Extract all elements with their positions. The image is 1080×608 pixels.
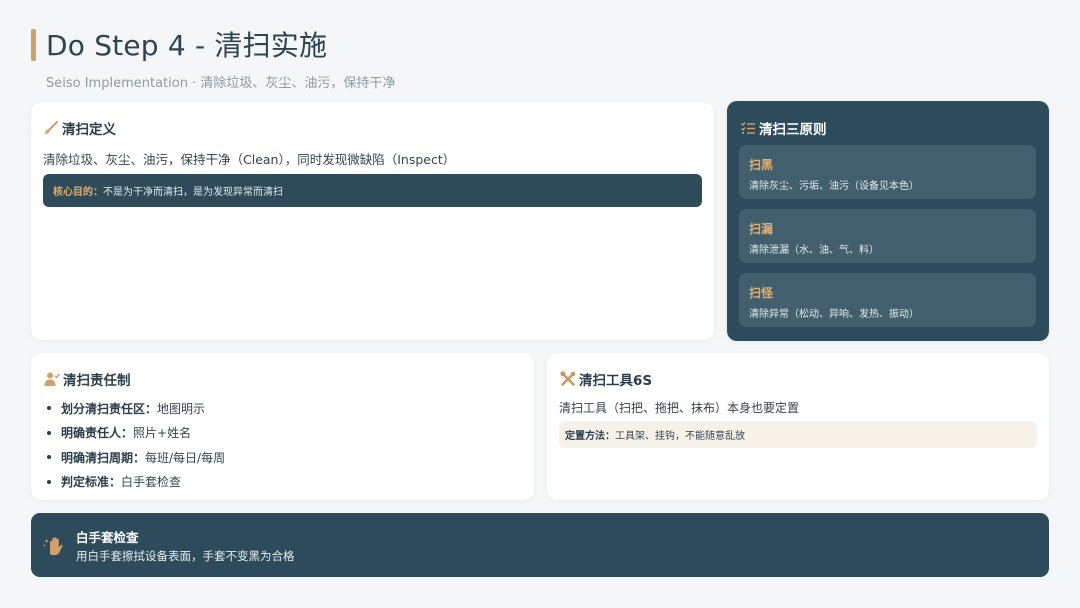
principles-title-text: 清扫三原则 bbox=[759, 122, 827, 138]
definition-card-title: 清扫定义 bbox=[43, 118, 116, 138]
principle-heading: 扫怪 bbox=[749, 286, 774, 300]
definition-description: 清除垃圾、灰尘、油污，保持干净（Clean），同时发现微缺陷（Inspect） bbox=[43, 152, 456, 167]
item-key: 明确责任人： bbox=[61, 426, 134, 441]
tools-icon bbox=[560, 371, 576, 387]
broom-icon bbox=[43, 120, 59, 136]
principle-item: 扫怪 清除异常（松动、异响、发热、振动） bbox=[739, 273, 1036, 327]
responsibility-title-text: 清扫责任制 bbox=[63, 373, 131, 389]
principle-item: 扫黑 清除灰尘、污垢、油污（设备见本色） bbox=[739, 145, 1036, 199]
responsibility-list: 划分清扫责任区： 地图明示 明确责任人： 照片+姓名 明确清扫周期： 每班/每日/每周… bbox=[47, 396, 225, 494]
glove-check-title: 白手套检查 bbox=[76, 530, 139, 545]
item-value: 白手套检查 bbox=[121, 475, 182, 490]
principle-heading: 扫黑 bbox=[749, 158, 774, 172]
user-check-icon bbox=[44, 371, 61, 387]
bullet-dot bbox=[47, 430, 51, 435]
principle-text: 清除泄漏（水、油、气、料） bbox=[749, 245, 879, 256]
core-purpose-bar: 核心目的： 不是为干净而清扫，是为发现异常而清扫 bbox=[43, 174, 702, 207]
bullet-dot bbox=[47, 479, 51, 484]
principle-item: 扫漏 清除泄漏（水、油、气、料） bbox=[739, 209, 1036, 263]
principles-card: 清扫三原则 扫黑 清除灰尘、污垢、油污（设备见本色） 扫漏 清除泄漏（水、油、气… bbox=[727, 101, 1049, 341]
item-key: 判定标准： bbox=[61, 475, 122, 490]
item-key: 划分清扫责任区： bbox=[61, 401, 158, 416]
item-value: 地图明示 bbox=[157, 401, 206, 416]
core-purpose-label: 核心目的： bbox=[53, 187, 103, 198]
definition-title-text: 清扫定义 bbox=[62, 122, 116, 138]
placement-method-bar: 定置方法： 工具架、挂钩，不能随意乱放 bbox=[559, 421, 1037, 448]
tools-description: 清扫工具（扫把、拖把、抹布）本身也要定置 bbox=[559, 401, 800, 415]
principles-card-title: 清扫三原则 bbox=[740, 118, 827, 138]
hands-sparkle-icon bbox=[42, 533, 66, 557]
item-value: 每班/每日/每周 bbox=[145, 450, 226, 465]
definition-card: 清扫定义 清除垃圾、灰尘、油污，保持干净（Clean），同时发现微缺陷（Insp… bbox=[31, 102, 714, 340]
tools-title-text: 清扫工具6S bbox=[579, 373, 653, 389]
list-item: 明确清扫周期： 每班/每日/每周 bbox=[47, 445, 225, 470]
placement-method-text: 工具架、挂钩，不能随意乱放 bbox=[615, 431, 745, 442]
tools-card-title: 清扫工具6S bbox=[560, 369, 652, 389]
glove-check-text: 用白手套擦拭设备表面，手套不变黑为合格 bbox=[76, 549, 295, 563]
list-check-icon bbox=[740, 120, 756, 136]
item-key: 明确清扫周期： bbox=[61, 450, 146, 465]
glove-check-banner: 白手套检查 用白手套擦拭设备表面，手套不变黑为合格 bbox=[31, 513, 1049, 577]
item-value: 照片+姓名 bbox=[133, 426, 192, 441]
principle-text: 清除异常（松动、异响、发热、振动） bbox=[749, 309, 919, 320]
bullet-dot bbox=[47, 406, 51, 411]
title-accent-bar bbox=[31, 29, 36, 61]
placement-method-label: 定置方法： bbox=[565, 431, 615, 442]
principle-text: 清除灰尘、污垢、油污（设备见本色） bbox=[749, 181, 919, 192]
list-item: 判定标准： 白手套检查 bbox=[47, 470, 225, 495]
responsibility-card: 清扫责任制 划分清扫责任区： 地图明示 明确责任人： 照片+姓名 明确清扫周期： 每班… bbox=[31, 353, 534, 500]
bullet-dot bbox=[47, 455, 51, 460]
list-item: 划分清扫责任区： 地图明示 bbox=[47, 396, 225, 421]
responsibility-card-title: 清扫责任制 bbox=[44, 369, 131, 389]
page-subtitle: Seiso Implementation · 清除垃圾、灰尘、油污，保持干净 bbox=[46, 76, 396, 91]
core-purpose-text: 不是为干净而清扫，是为发现异常而清扫 bbox=[103, 187, 283, 198]
principle-heading: 扫漏 bbox=[749, 222, 774, 236]
list-item: 明确责任人： 照片+姓名 bbox=[47, 421, 225, 446]
page-title: Do Step 4 - 清扫实施 bbox=[46, 29, 328, 62]
tools-card: 清扫工具6S 清扫工具（扫把、拖把、抹布）本身也要定置 定置方法： 工具架、挂钩… bbox=[547, 353, 1049, 500]
